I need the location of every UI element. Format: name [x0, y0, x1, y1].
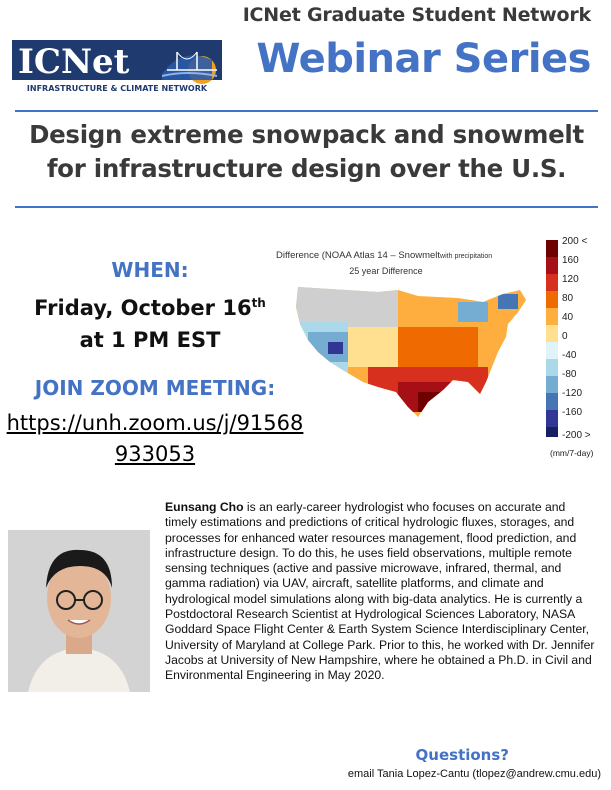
- colorbar-label-4: 40: [562, 312, 574, 323]
- event-time: at 1 PM EST: [79, 328, 221, 352]
- colorbar-label-3: 80: [562, 293, 574, 304]
- colorbar-label-7: -80: [562, 369, 577, 380]
- colorbar-label-5: 0: [562, 331, 568, 342]
- divider-bottom: [15, 206, 598, 208]
- contact-email[interactable]: email Tania Lopez-Cantu (tlopez@andrew.c…: [348, 768, 601, 780]
- divider-top: [15, 110, 598, 112]
- colorbar-label-8: -120: [562, 388, 582, 399]
- colorbar-label-0: 200 <: [562, 236, 587, 247]
- speaker-photo: [8, 530, 150, 692]
- logo-tagline: INFRASTRUCTURE & CLIMATE NETWORK: [27, 84, 208, 93]
- event-date-suffix: th: [251, 296, 266, 310]
- series-title: Webinar Series: [256, 36, 591, 82]
- icnet-logo: ICNet INFRASTRUCTURE & CLIMATE NETWORK: [12, 40, 222, 94]
- talk-title: Design extreme snowpack and snowmelt for…: [15, 118, 598, 186]
- speaker-bio-text: is an early-career hydrologist who focus…: [165, 500, 595, 683]
- colorbar-label-1: 160: [562, 255, 579, 266]
- zoom-meeting-link[interactable]: https://unh.zoom.us/j/91568933053: [5, 408, 305, 470]
- when-label: WHEN:: [111, 258, 189, 282]
- speaker-bio: Eunsang Cho is an early-career hydrologi…: [165, 500, 600, 684]
- questions-label: Questions?: [415, 746, 509, 764]
- event-date: Friday, October 16th: [10, 287, 290, 324]
- colorbar-label-2: 120: [562, 274, 579, 285]
- logo-wordmark: ICNet: [18, 42, 130, 82]
- colorbar-label-10: -200 >: [562, 430, 591, 441]
- map-colorbar: [546, 240, 558, 437]
- network-title: ICNet Graduate Student Network: [242, 4, 592, 26]
- zoom-label: JOIN ZOOM MEETING:: [34, 376, 276, 400]
- colorbar-label-6: -40: [562, 350, 577, 361]
- talk-title-line1: Design extreme snowpack and snowmelt: [29, 120, 584, 149]
- map-title: Difference (NOAA Atlas 14 – Snowmelt: [276, 250, 440, 261]
- map-subtitle: 25 year Difference: [349, 266, 422, 276]
- speaker-name: Eunsang Cho: [165, 500, 244, 514]
- event-datetime: Friday, October 16th at 1 PM EST: [10, 287, 290, 356]
- svg-text:Difference (NOAA Atlas 14 – Sn: Difference (NOAA Atlas 14 – Snowmeltwith…: [276, 250, 492, 261]
- map-title-small: with precipitation: [439, 253, 492, 260]
- colorbar-unit: (mm/7-day): [550, 448, 594, 458]
- colorbar-label-9: -160: [562, 407, 582, 418]
- talk-title-line2: for infrastructure design over the U.S.: [46, 154, 567, 183]
- snowmelt-difference-map: Difference (NOAA Atlas 14 – Snowmeltwith…: [276, 236, 594, 458]
- event-date-prefix: Friday, October 16: [34, 296, 252, 320]
